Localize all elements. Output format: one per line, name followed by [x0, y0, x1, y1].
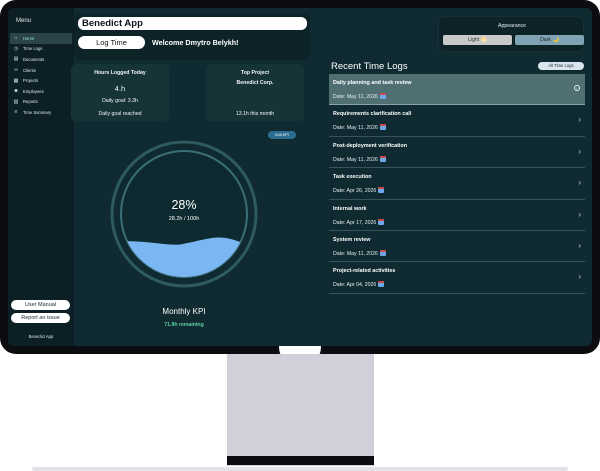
report-icon: ▥	[13, 98, 19, 105]
sidebar-footer: Benedict App	[28, 334, 54, 339]
sidebar-item-label: Time Summary	[23, 109, 52, 115]
log-title: Requirements clarification call	[333, 111, 412, 118]
link-icon: ∞	[14, 67, 18, 74]
top-project-card: Top Project Benedict Corp. 13.1h this mo…	[206, 64, 304, 121]
sidebar-item-label: Employees	[23, 88, 44, 94]
clock-icon: ◷	[13, 45, 19, 52]
gauge-water-fill	[121, 237, 247, 277]
sidebar-item-reports[interactable]: ▥ Reports	[10, 97, 72, 108]
log-time-button[interactable]: Log Time	[78, 36, 145, 49]
calendar-icon	[378, 281, 385, 288]
edit-kpi-button[interactable]: Edit KPI	[268, 131, 296, 139]
hours-logged-value: 4.h	[114, 84, 126, 93]
log-date: Date: Apr 26, 2026	[333, 187, 385, 194]
chevron-right-icon[interactable]: ›	[578, 178, 581, 187]
list-item[interactable]: Daily planning and task review Date: May…	[329, 74, 585, 106]
log-date: Date: Apr 17, 2026	[333, 218, 385, 226]
sidebar-title: Menu	[16, 18, 32, 24]
chevron-right-icon[interactable]: ›	[578, 210, 581, 219]
appearance-panel: Appearance Light 🌕 Dark 🌙	[438, 16, 584, 52]
sidebar-item-employees[interactable]: ☻ Employees	[10, 86, 72, 97]
monitor-stand	[227, 354, 374, 466]
list-item[interactable]: Project-related activities Date: Apr 04,…	[329, 262, 585, 294]
appearance-title: Appearance	[498, 23, 526, 29]
document-icon: ▤	[13, 56, 19, 63]
sidebar-item-projects[interactable]: ▦ Projects	[10, 75, 72, 86]
kpi-percent: 28%	[171, 198, 197, 212]
recent-logs-title: Recent Time Logs	[331, 61, 408, 72]
kpi-hours: 28.2h / 100h	[168, 216, 200, 222]
calendar-icon	[379, 249, 386, 256]
daily-goal: Daily goal: 3.3h	[102, 98, 138, 104]
stage: Menu ⌂ Home ◷ Time Logs ▤ Documents ∞ Cl…	[0, 0, 600, 471]
calendar-icon	[379, 124, 386, 131]
list-item[interactable]: System review Date: May 11, 2026 ›	[329, 231, 585, 263]
people-icon: ☻	[13, 88, 19, 95]
dark-theme-button[interactable]: Dark 🌙	[515, 35, 584, 45]
log-title: Post-deployment verification	[333, 142, 407, 149]
desk-shadow	[32, 467, 568, 471]
sidebar-item-label: Home	[23, 35, 35, 41]
home-icon: ⌂	[14, 35, 18, 42]
top-project-hours: 13.1h this month	[235, 111, 275, 117]
log-title: Project-related activities	[333, 268, 396, 275]
calendar-icon	[378, 187, 385, 194]
log-title: Daily planning and task review	[333, 80, 412, 86]
list-item[interactable]: Requirements clarification call Date: Ma…	[329, 105, 585, 137]
sidebar-item-label: Documents	[23, 56, 45, 62]
calendar-icon	[379, 155, 386, 162]
list-item[interactable]: Task execution Date: Apr 26, 2026 ›	[329, 168, 585, 200]
chevron-right-icon[interactable]: ›	[578, 241, 581, 250]
sidebar-item-clients[interactable]: ∞ Clients	[10, 65, 72, 76]
chevron-right-icon[interactable]: ›	[578, 115, 581, 124]
summary-icon: ≡	[14, 109, 18, 116]
sidebar: Menu ⌂ Home ◷ Time Logs ▤ Documents ∞ Cl…	[8, 8, 74, 346]
log-title: System review	[333, 236, 371, 243]
log-date: Date: May 11, 2026	[333, 93, 386, 100]
log-date: Date: May 11, 2026	[333, 155, 386, 163]
goal-status: Daily goal reached	[98, 111, 142, 117]
top-project-name: Benedict Corp.	[236, 80, 274, 86]
list-item[interactable]: Internal work Date: Apr 17, 2026 ›	[329, 200, 585, 231]
sidebar-item-time-logs[interactable]: ◷ Time Logs	[10, 44, 72, 55]
calendar-icon	[379, 93, 386, 99]
sidebar-item-documents[interactable]: ▤ Documents	[10, 54, 72, 65]
sidebar-item-time-summary[interactable]: ≡ Time Summary	[10, 107, 72, 118]
hours-logged-title: Hours Logged Today	[94, 70, 146, 76]
sidebar-item-label: Projects	[23, 78, 39, 84]
calendar-icon	[378, 218, 385, 225]
user-manual-button[interactable]: User Manual	[11, 300, 70, 310]
chevron-right-icon[interactable]: ›	[578, 147, 581, 156]
sidebar-item-label: Time Logs	[23, 46, 43, 52]
chevron-right-icon[interactable]: ›	[578, 272, 581, 281]
sidebar-item-home[interactable]: ⌂ Home	[10, 33, 72, 44]
monitor-bezel: Menu ⌂ Home ◷ Time Logs ▤ Documents ∞ Cl…	[0, 0, 600, 354]
log-date: Date: May 11, 2026	[333, 124, 386, 131]
monthly-kpi-label: Monthly KPI	[162, 307, 206, 316]
all-time-logs-button[interactable]: All Time Logs	[538, 62, 584, 70]
light-theme-button[interactable]: Light 🌕	[443, 35, 512, 45]
app-title: Benedict App	[78, 17, 307, 30]
log-title: Internal work	[333, 205, 367, 212]
log-date: Date: May 11, 2026	[333, 249, 386, 257]
hours-logged-card: Hours Logged Today 4.h Daily goal: 3.3h …	[71, 64, 169, 121]
grid-icon: ▦	[13, 77, 19, 84]
monitor-stand-base	[227, 456, 374, 465]
kpi-gauge	[110, 140, 258, 288]
sidebar-item-label: Clients	[23, 67, 36, 73]
top-project-title: Top Project	[240, 70, 270, 76]
sidebar-nav: ⌂ Home ◷ Time Logs ▤ Documents ∞ Clients	[10, 33, 72, 118]
welcome-message: Welcome Dmytro Belykh!	[152, 38, 239, 47]
app-screen: Menu ⌂ Home ◷ Time Logs ▤ Documents ∞ Cl…	[8, 8, 592, 346]
log-date: Date: Apr 04, 2026	[333, 281, 385, 288]
kpi-remaining: 71.8h remaining	[164, 322, 204, 328]
report-issue-button[interactable]: Report an issue	[11, 313, 70, 323]
info-icon[interactable]: i	[574, 85, 580, 91]
sidebar-item-label: Reports	[23, 99, 38, 105]
log-title: Task execution	[333, 174, 372, 181]
list-item[interactable]: Post-deployment verification Date: May 1…	[329, 137, 585, 169]
recent-logs-list: Daily planning and task review Date: May…	[329, 74, 585, 294]
